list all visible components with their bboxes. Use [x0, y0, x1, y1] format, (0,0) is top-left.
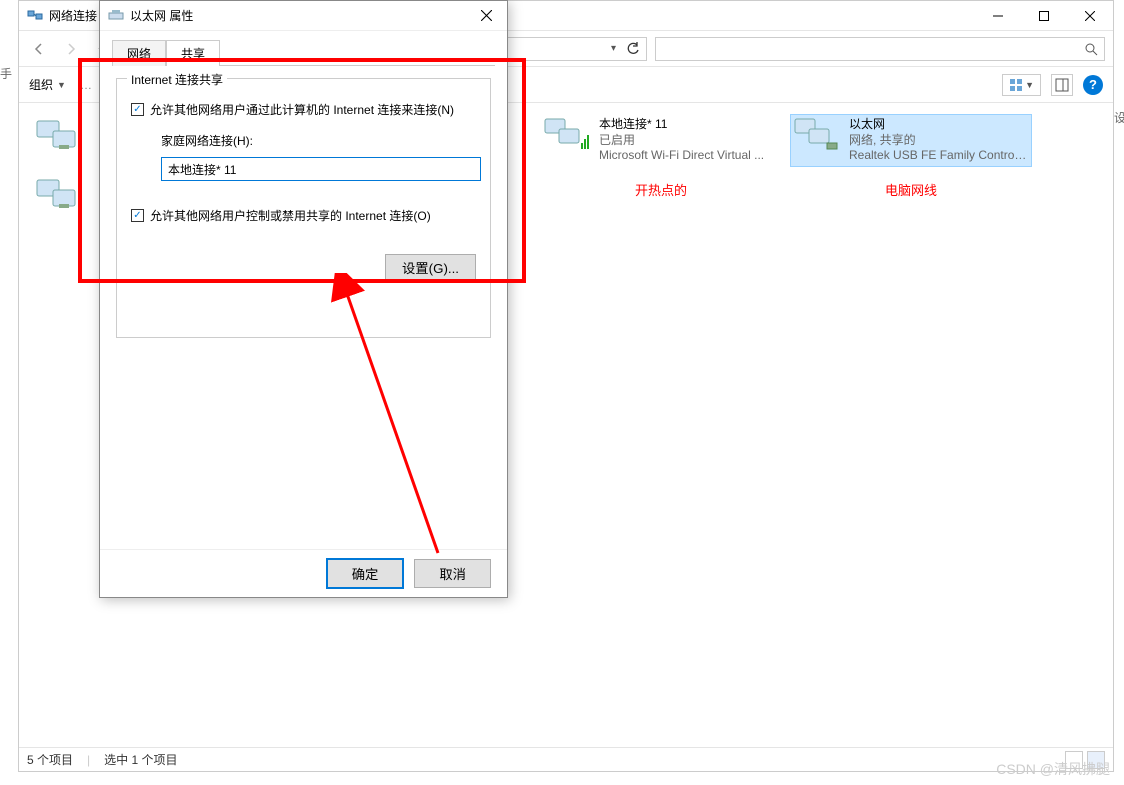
- ok-button[interactable]: 确定: [326, 558, 405, 589]
- organize-menu[interactable]: 组织 ▼: [29, 76, 66, 93]
- maximize-button[interactable]: [1021, 1, 1067, 31]
- dialog-tabs: 网络 共享: [100, 31, 507, 65]
- conn-status: 网络, 共享的: [849, 133, 1029, 149]
- minimize-button[interactable]: [975, 1, 1021, 31]
- search-input[interactable]: [655, 37, 1105, 61]
- combo-value: 本地连接* 11: [168, 161, 474, 178]
- network-adapter-icon: [33, 176, 81, 212]
- item-count: 5 个项目: [27, 751, 73, 768]
- conn-name: 以太网: [849, 117, 1029, 133]
- connection-item-ethernet[interactable]: 以太网 网络, 共享的 Realtek USB FE Family Contro…: [791, 115, 1031, 166]
- home-network-label: 家庭网络连接(H):: [161, 132, 476, 149]
- connection-item-local11[interactable]: 本地连接* 11 已启用 Microsoft Wi-Fi Direct Virt…: [541, 115, 781, 166]
- dialog-title: 以太网 属性: [130, 7, 193, 24]
- forward-button[interactable]: [59, 37, 83, 61]
- main-window-title: 网络连接: [49, 7, 97, 24]
- conn-device: Realtek USB FE Family Controll...: [849, 148, 1029, 164]
- conn-name: 本地连接* 11: [599, 117, 764, 133]
- connection-item[interactable]: 以 已 TA: [31, 174, 91, 225]
- preview-pane-toggle[interactable]: [1051, 74, 1073, 96]
- tab-sharing[interactable]: 共享: [166, 40, 220, 66]
- dialog-body: Internet 连接共享 ✓ 允许其他网络用户通过此计算机的 Internet…: [116, 78, 491, 338]
- annotation-hotspot: 开热点的: [541, 180, 781, 199]
- ics-groupbox: Internet 连接共享 ✓ 允许其他网络用户通过此计算机的 Internet…: [116, 78, 491, 338]
- truncated-cmd[interactable]: …: [80, 78, 92, 92]
- search-icon: [1084, 42, 1098, 56]
- back-button[interactable]: [27, 37, 51, 61]
- connection-item[interactable]: Wir 已 Vir: [31, 115, 91, 166]
- network-icon: [27, 8, 43, 24]
- tab-network[interactable]: 网络: [112, 40, 166, 66]
- selected-count: 选中 1 个项目: [104, 751, 177, 768]
- status-bar: 5 个项目 | 选中 1 个项目: [19, 747, 1113, 771]
- clipped-text-right: 设: [1114, 109, 1124, 127]
- settings-button[interactable]: 设置(G)...: [385, 254, 476, 281]
- network-adapter-icon: [543, 117, 591, 153]
- dialog-footer: 确定 取消: [100, 549, 507, 597]
- cancel-button[interactable]: 取消: [414, 559, 491, 588]
- conn-status: 已启用: [599, 133, 764, 149]
- refresh-icon[interactable]: [626, 42, 640, 56]
- group-legend: Internet 连接共享: [127, 71, 227, 88]
- allow-control-label: 允许其他网络用户控制或禁用共享的 Internet 连接(O): [150, 207, 431, 224]
- allow-connect-checkbox[interactable]: ✓: [131, 103, 144, 116]
- dropdown-caret-icon[interactable]: ▾: [611, 43, 616, 54]
- annotation-ethernet: 电脑网线: [791, 180, 1031, 199]
- allow-connect-label: 允许其他网络用户通过此计算机的 Internet 连接来连接(N): [150, 101, 454, 118]
- close-button[interactable]: [1067, 1, 1113, 31]
- allow-control-checkbox[interactable]: ✓: [131, 209, 144, 222]
- dialog-titlebar: 以太网 属性: [100, 1, 507, 31]
- view-dropdown[interactable]: ▼: [1002, 74, 1041, 96]
- help-button[interactable]: ?: [1083, 75, 1103, 95]
- adapter-icon: [108, 8, 124, 24]
- dialog-close-button[interactable]: [465, 1, 507, 31]
- chevron-down-icon: ▼: [57, 80, 66, 90]
- ethernet-properties-dialog: 以太网 属性 网络 共享 Internet 连接共享 ✓ 允许其他网络用户通过此…: [99, 0, 508, 598]
- network-adapter-icon: [33, 117, 81, 153]
- conn-device: Microsoft Wi-Fi Direct Virtual ...: [599, 148, 764, 164]
- home-network-combo[interactable]: 本地连接* 11: [161, 157, 481, 181]
- clipped-text-left: 手: [0, 64, 14, 82]
- watermark: CSDN @清风拂腿: [996, 759, 1110, 779]
- network-adapter-icon: [793, 117, 841, 153]
